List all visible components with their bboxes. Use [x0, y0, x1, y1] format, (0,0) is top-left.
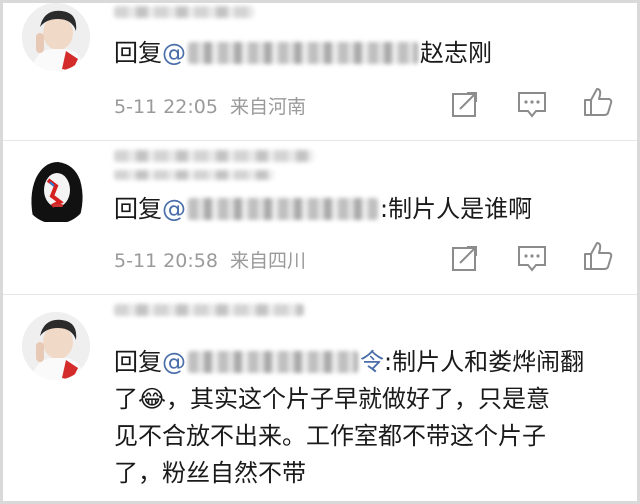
username-blurred[interactable] — [114, 304, 304, 316]
reply-prefix: 回复 — [114, 195, 162, 223]
avatar-image — [22, 156, 90, 224]
mention-link[interactable]: @ — [162, 195, 380, 223]
reply-button[interactable] — [516, 89, 546, 119]
comment-text: 回复@:制片人是谁啊 — [114, 195, 533, 223]
comment-location: 来自四川 — [229, 250, 306, 272]
reply-prefix: 回复 — [114, 348, 162, 376]
like-button[interactable] — [582, 86, 613, 116]
avatar-image — [22, 3, 90, 71]
laughing-emoji-icon: 😂 — [138, 385, 167, 413]
reply-button[interactable] — [516, 243, 546, 273]
comment-icon — [518, 92, 546, 118]
comment-text: 回复@ 令:制片人和娄烨闹翻 了😂，其实这个片子早就做好了，只是意 见不合放不出来… — [114, 348, 585, 487]
comment-date: 5-11 20:58 — [114, 250, 218, 272]
share-icon — [452, 246, 477, 271]
comment-divider — [0, 140, 640, 141]
like-button[interactable] — [582, 240, 613, 270]
comment-icon — [518, 246, 546, 272]
share-icon — [452, 92, 477, 117]
comment-meta: 5-11 20:58 来自四川 — [114, 246, 306, 273]
user-avatar[interactable] — [22, 3, 90, 71]
avatar-image — [22, 312, 90, 380]
share-button[interactable] — [450, 243, 480, 273]
user-avatar[interactable] — [22, 312, 90, 380]
thumbs-up-icon — [584, 242, 613, 270]
username-blurred[interactable] — [114, 6, 254, 18]
comment-divider — [0, 294, 640, 295]
comment-text: 回复@ 赵志刚 — [114, 36, 492, 70]
user-avatar[interactable] — [22, 156, 90, 224]
reply-prefix: 回复 — [114, 39, 162, 67]
thumbs-up-icon — [584, 88, 613, 116]
comment-location: 来自河南 — [229, 96, 306, 118]
mention-link[interactable]: @ 赵志刚 — [162, 39, 492, 67]
username-blurred[interactable] — [114, 150, 314, 162]
share-button[interactable] — [450, 89, 480, 119]
comment-date: 5-11 22:05 — [114, 96, 218, 118]
mention-link[interactable]: @ 令 — [162, 348, 384, 376]
username-blurred-2[interactable] — [114, 170, 274, 180]
comment-meta: 5-11 22:05 来自河南 — [114, 92, 306, 119]
